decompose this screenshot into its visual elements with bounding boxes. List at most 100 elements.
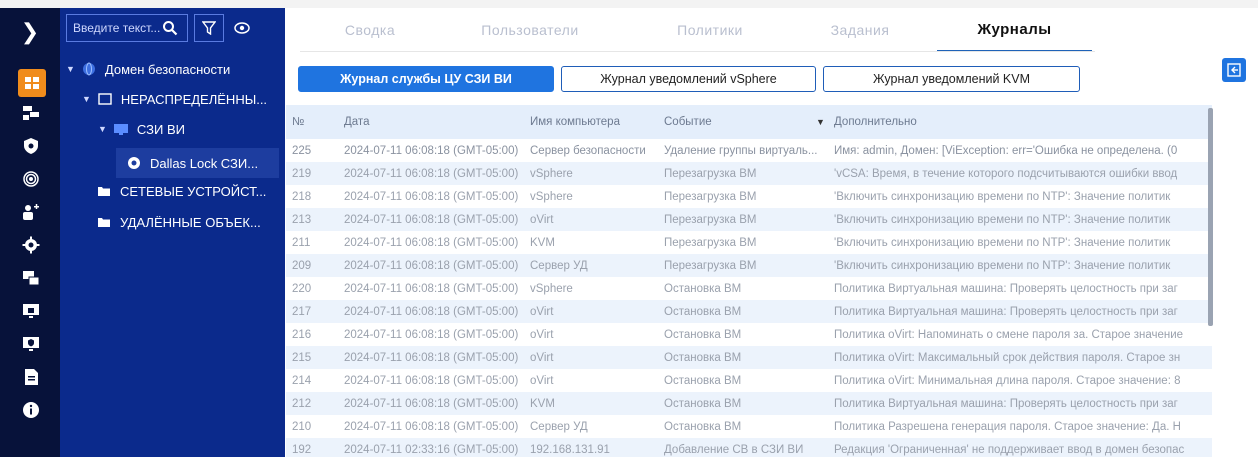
cell-event: Перезагрузка ВМ bbox=[664, 190, 757, 203]
cell-extra: Политика oVirt: Напоминать о смене парол… bbox=[834, 328, 1184, 341]
table-row[interactable]: 217 2024-07-11 06:08:18 (GMT-05:00) oVirt О… bbox=[286, 300, 1212, 323]
main-tabs: Сводка Пользователи Политики Задания Жур… bbox=[300, 8, 1120, 52]
monitor-shield-icon[interactable] bbox=[20, 333, 42, 355]
cell-number: 211 bbox=[292, 236, 311, 249]
cell-extra: Редакция 'Ограниченная' не поддерживает … bbox=[834, 443, 1185, 456]
cell-date: 2024-07-11 06:08:18 (GMT-05:00) bbox=[344, 351, 519, 364]
filter-icon bbox=[202, 21, 216, 35]
cell-event: Перезагрузка ВМ bbox=[664, 167, 757, 180]
table-row[interactable]: 218 2024-07-11 06:08:18 (GMT-05:00) vSpher… bbox=[286, 185, 1212, 208]
tree-node-network-devices[interactable]: СЕТЕВЫЕ УСТРОЙСТ... bbox=[96, 180, 266, 202]
cell-date: 2024-07-11 06:08:18 (GMT-05:00) bbox=[344, 213, 519, 226]
cell-extra: Политика Разрешена генерация пароля. Ста… bbox=[834, 420, 1181, 433]
top-strip bbox=[0, 0, 1258, 8]
info-icon[interactable] bbox=[20, 399, 42, 421]
server-gear-icon bbox=[126, 156, 142, 170]
cell-date: 2024-07-11 06:08:18 (GMT-05:00) bbox=[344, 259, 519, 272]
table-row[interactable]: 225 2024-07-11 06:08:18 (GMT-05:00) Сервер… bbox=[286, 139, 1212, 162]
gear-icon[interactable] bbox=[20, 234, 42, 256]
cell-date: 2024-07-11 06:08:18 (GMT-05:00) bbox=[344, 144, 519, 157]
tab-policies[interactable]: Политики bbox=[630, 8, 790, 52]
cell-number: 215 bbox=[292, 351, 312, 364]
cell-computer: vSphere bbox=[530, 190, 573, 203]
users-add-icon[interactable] bbox=[20, 201, 42, 223]
cell-date: 2024-07-11 06:08:18 (GMT-05:00) bbox=[344, 305, 519, 318]
cell-date: 2024-07-11 06:08:18 (GMT-05:00) bbox=[344, 282, 519, 295]
cell-extra: Политика oVirt: Максимальный срок действ… bbox=[834, 351, 1181, 364]
cell-extra: 'Включить синхронизацию времени по NTP':… bbox=[834, 190, 1171, 203]
cell-event: Перезагрузка ВМ bbox=[664, 236, 757, 249]
tab-tasks[interactable]: Задания bbox=[790, 8, 930, 52]
table-row[interactable]: 211 2024-07-11 06:08:18 (GMT-05:00) KVM Пер… bbox=[286, 231, 1212, 254]
cell-number: 220 bbox=[292, 282, 312, 295]
cell-extra: Политика Виртуальная машина: Проверять ц… bbox=[834, 305, 1178, 318]
expand-arrow-icon[interactable]: ▼ bbox=[98, 124, 107, 134]
column-header-extra[interactable]: Дополнительно bbox=[834, 105, 1212, 139]
eye-icon bbox=[234, 22, 250, 34]
folder-icon bbox=[96, 184, 112, 198]
tree-node-szi-vi[interactable]: ▼ СЗИ ВИ bbox=[98, 118, 185, 140]
table-row[interactable]: 215 2024-07-11 06:08:18 (GMT-05:00) oVirt О… bbox=[286, 346, 1212, 369]
tree-node-dallas-lock[interactable]: Dallas Lock СЗИ... bbox=[116, 148, 279, 178]
cell-extra: Политика Виртуальная машина: Проверять ц… bbox=[834, 282, 1178, 295]
cell-extra: 'vCSA: Время, в течение которого подсчит… bbox=[834, 167, 1178, 180]
cell-computer: oVirt bbox=[530, 374, 554, 387]
servers-icon[interactable] bbox=[20, 102, 42, 124]
expand-arrow-icon[interactable]: ▼ bbox=[66, 64, 75, 74]
cell-date: 2024-07-11 06:08:18 (GMT-05:00) bbox=[344, 374, 519, 387]
tab-label: Сводка bbox=[344, 22, 396, 38]
cell-number: 225 bbox=[292, 144, 312, 157]
table-row[interactable]: 210 2024-07-11 06:08:18 (GMT-05:00) Сервер… bbox=[286, 415, 1212, 438]
tree-node-unassigned[interactable]: ▼ НЕРАСПРЕДЕЛЁННЫ... bbox=[82, 88, 267, 110]
subtab-vsphere-log[interactable]: Журнал уведомлений vSphere bbox=[561, 66, 816, 92]
monitor-lock-icon[interactable] bbox=[20, 300, 42, 322]
cell-computer: oVirt bbox=[530, 305, 554, 318]
chevron-right-icon: ❯ bbox=[20, 19, 40, 45]
search-button[interactable] bbox=[156, 14, 184, 42]
subtab-label: Журнал службы ЦУ СЗИ ВИ bbox=[340, 72, 512, 86]
subtab-service-log[interactable]: Журнал службы ЦУ СЗИ ВИ bbox=[298, 66, 554, 92]
table-row[interactable]: 192 2024-07-11 02:33:16 (GMT-05:00) 192.16… bbox=[286, 438, 1212, 457]
table-scrollbar[interactable] bbox=[1208, 108, 1213, 326]
table-row[interactable]: 212 2024-07-11 06:08:18 (GMT-05:00) KVM Ост… bbox=[286, 392, 1212, 415]
column-header-date[interactable]: Дата bbox=[344, 105, 530, 139]
document-icon[interactable] bbox=[20, 366, 42, 388]
table-row[interactable]: 216 2024-07-11 06:08:18 (GMT-05:00) oVirt О… bbox=[286, 323, 1212, 346]
expand-arrow-icon[interactable]: ▼ bbox=[82, 94, 91, 104]
fingerprint-icon[interactable] bbox=[20, 168, 42, 190]
table-row[interactable]: 213 2024-07-11 06:08:18 (GMT-05:00) oVirt П… bbox=[286, 208, 1212, 231]
cell-computer: KVM bbox=[530, 397, 555, 410]
tab-summary[interactable]: Сводка bbox=[310, 8, 430, 52]
subtab-label: Журнал уведомлений vSphere bbox=[600, 72, 777, 86]
column-header-number[interactable]: № bbox=[292, 105, 336, 139]
grid-icon[interactable] bbox=[18, 69, 46, 97]
cell-computer: Сервер безопасности bbox=[530, 144, 646, 157]
tree-node-label: НЕРАСПРЕДЕЛЁННЫ... bbox=[120, 91, 268, 107]
cell-extra: Политика oVirt: Минимальная длина пароля… bbox=[834, 374, 1181, 387]
column-header-event[interactable]: Событие bbox=[664, 105, 830, 139]
shield-icon[interactable] bbox=[20, 135, 42, 157]
filter-button[interactable] bbox=[194, 14, 224, 42]
visibility-button[interactable] bbox=[228, 14, 256, 42]
tree-node-label: СЕТЕВЫЕ УСТРОЙСТ... bbox=[120, 183, 267, 199]
table-row[interactable]: 209 2024-07-11 06:08:18 (GMT-05:00) Сервер… bbox=[286, 254, 1212, 277]
cell-computer: 192.168.131.91 bbox=[530, 443, 610, 456]
cell-event: Остановка ВМ bbox=[664, 282, 742, 295]
table-row[interactable]: 219 2024-07-11 06:08:18 (GMT-05:00) vSpher… bbox=[286, 162, 1212, 185]
sort-desc-icon[interactable]: ▼ bbox=[816, 117, 825, 127]
table-row[interactable]: 220 2024-07-11 06:08:18 (GMT-05:00) vSpher… bbox=[286, 277, 1212, 300]
tabs-divider bbox=[300, 51, 1095, 52]
monitor-icon bbox=[113, 122, 129, 136]
column-header-computer[interactable]: Имя компьютера bbox=[530, 105, 662, 139]
folder-outline-icon bbox=[97, 92, 113, 106]
tree-node-remote-objects[interactable]: УДАЛЁННЫЕ ОБЪЕК... bbox=[96, 211, 261, 233]
tree-node-domain[interactable]: ▼ Домен безопасности bbox=[66, 58, 230, 80]
open-side-panel-button[interactable] bbox=[1222, 58, 1246, 82]
cell-number: 219 bbox=[292, 167, 312, 180]
devices-icon[interactable] bbox=[20, 267, 42, 289]
expand-rail-button[interactable]: ❯ bbox=[0, 8, 60, 56]
table-row[interactable]: 214 2024-07-11 06:08:18 (GMT-05:00) oVirt О… bbox=[286, 369, 1212, 392]
tab-logs[interactable]: Журналы bbox=[937, 8, 1092, 52]
subtab-kvm-log[interactable]: Журнал уведомлений KVM bbox=[823, 66, 1080, 92]
tab-users[interactable]: Пользователи bbox=[440, 8, 620, 52]
